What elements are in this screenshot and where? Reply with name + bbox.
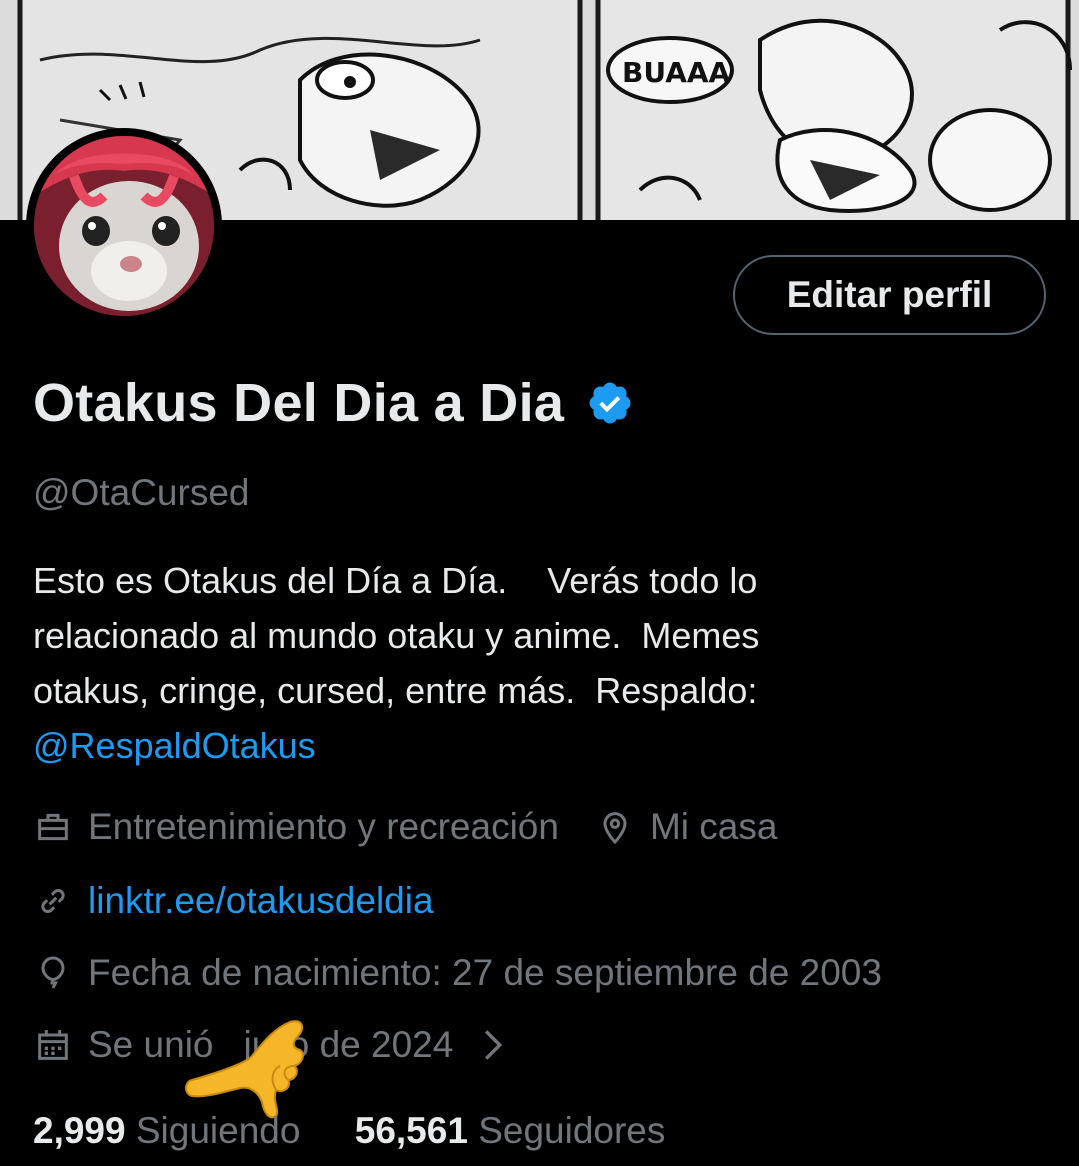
profile-bio: Esto es Otakus del Día a Día. Verás todo… [33, 553, 1053, 773]
briefcase-icon [33, 807, 73, 847]
profile-avatar[interactable] [26, 128, 222, 324]
location-pin-icon [595, 807, 635, 847]
bio-line: Esto es Otakus del Día a Día. Verás todo… [33, 560, 758, 601]
followers-label: Seguidores [478, 1110, 666, 1151]
followers-count: 56,561 [354, 1110, 468, 1151]
profile-location: Mi casa [649, 806, 778, 847]
profile-meta-birthday: Fecha de nacimiento: 27 de septiembre de… [33, 952, 882, 994]
profile-website-link[interactable]: linktr.ee/otakusdeldia [88, 880, 434, 922]
link-icon [33, 881, 73, 921]
edit-profile-button[interactable]: Editar perfil [733, 255, 1046, 335]
bio-line: otakus, cringe, cursed, entre más. Respa… [33, 670, 758, 711]
avatar-cat-image [34, 136, 214, 316]
profile-handle: @OtaCursed [33, 472, 250, 513]
profile-name-row: Otakus Del Dia a Dia [33, 372, 634, 434]
display-name: Otakus Del Dia a Dia [33, 373, 565, 433]
following-count: 2,999 [33, 1110, 126, 1151]
profile-meta-category-location: Entretenimiento y recreación Mi casa [33, 806, 777, 848]
bio-mention-link[interactable]: @RespaldOtakus [33, 718, 1053, 773]
verified-badge-icon[interactable] [586, 379, 634, 427]
profile-birthday: Fecha de nacimiento: 27 de septiembre de… [88, 952, 882, 993]
chevron-right-icon[interactable] [481, 1028, 505, 1062]
calendar-icon [33, 1025, 73, 1065]
following-label: Siguiendo [135, 1110, 301, 1151]
profile-stats: 2,999 Siguiendo 56,561 Seguidores [33, 1110, 665, 1152]
balloon-icon [33, 953, 73, 993]
following-link[interactable]: 2,999 Siguiendo [33, 1110, 300, 1151]
followers-link[interactable]: 56,561 Seguidores [355, 1110, 666, 1151]
pointing-down-hand-icon [185, 1020, 304, 1119]
profile-meta-website: linktr.ee/otakusdeldia [33, 880, 434, 922]
banner-speech-text: BUAAA [622, 56, 731, 89]
bio-line: relacionado al mundo otaku y anime. Meme… [33, 615, 760, 656]
profile-category: Entretenimiento y recreación [88, 806, 559, 847]
